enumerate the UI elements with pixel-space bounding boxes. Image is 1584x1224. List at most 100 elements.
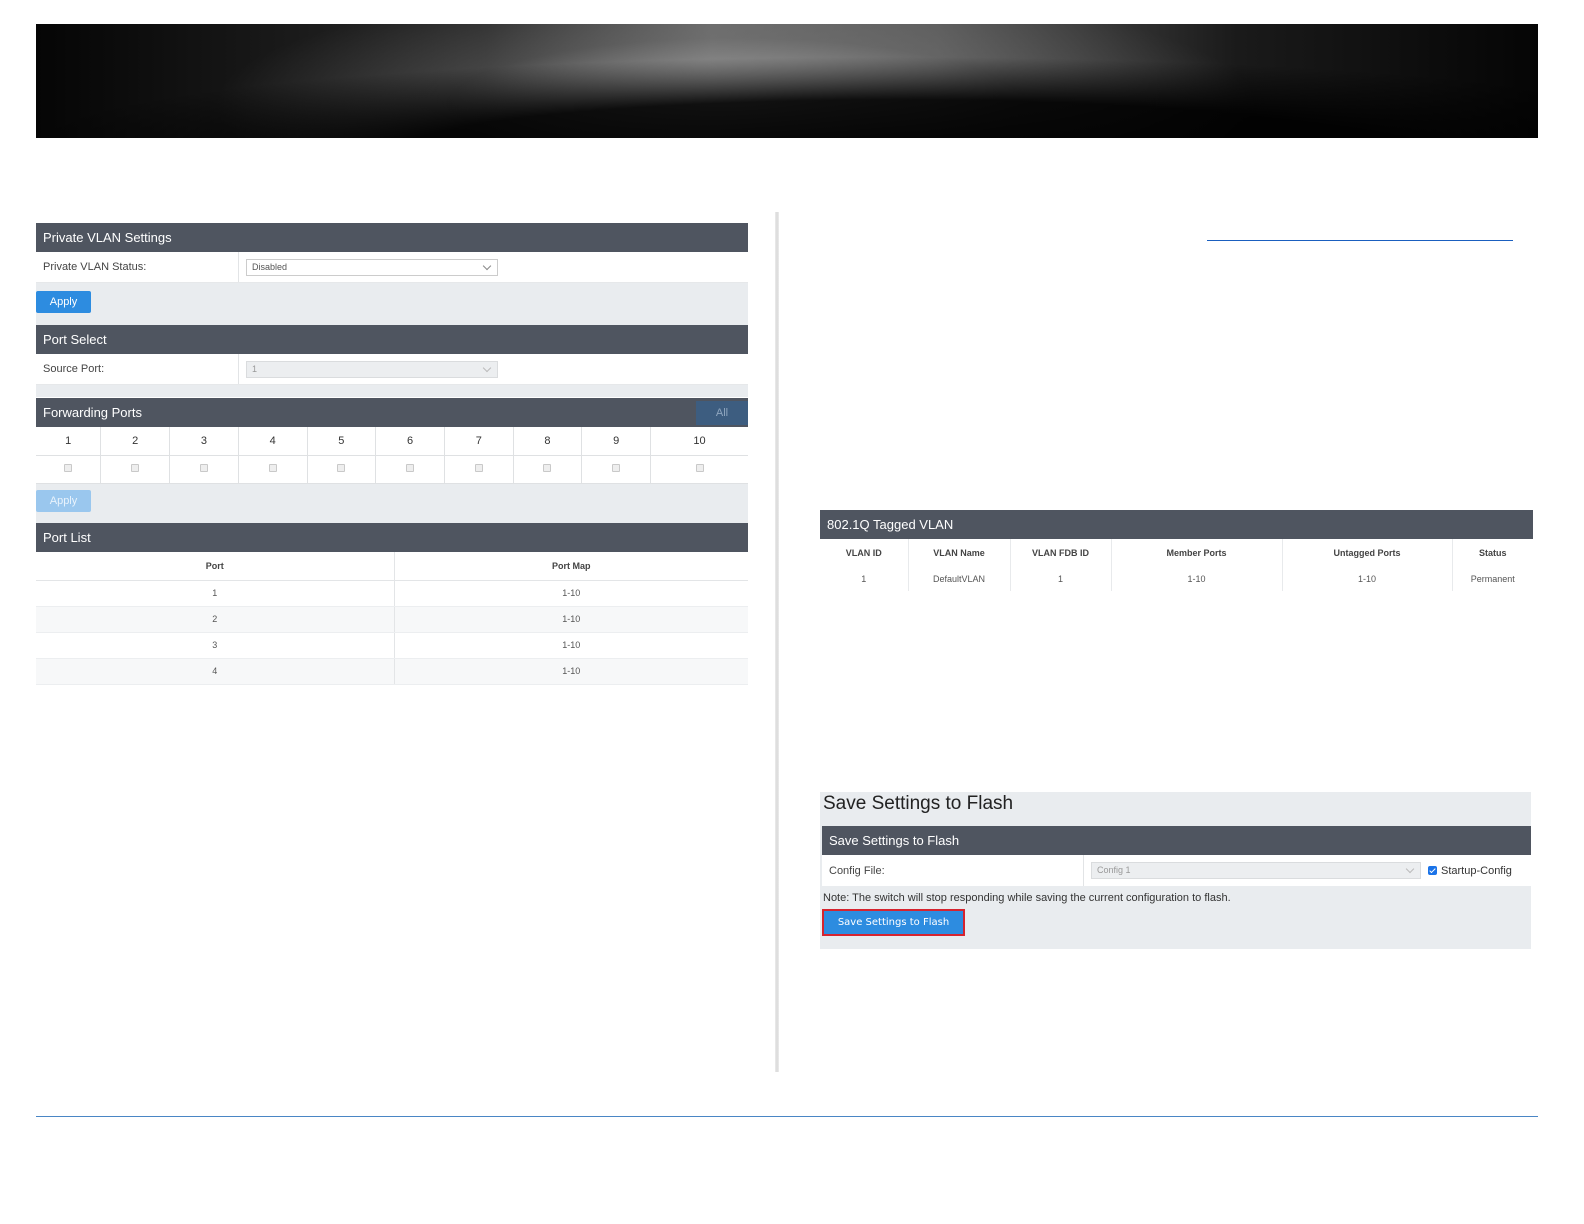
port-checkbox-cell <box>238 455 308 483</box>
port-checkbox-row <box>36 455 748 483</box>
chevron-down-icon <box>482 363 492 372</box>
startup-config-label: Startup-Config <box>1441 864 1512 877</box>
port-number: 8 <box>513 427 583 456</box>
table-row: 2 1-10 <box>36 606 748 633</box>
source-port-value: 1 <box>252 363 258 374</box>
status-cell: Permanent <box>1470 574 1515 584</box>
port-number: 4 <box>238 427 308 456</box>
port-select-panel: Port Select Source Port: 1 <box>36 325 748 397</box>
vlan-fdb-id-cell: 1 <box>1010 567 1112 591</box>
page-title: Save Settings to Flash <box>823 793 1014 814</box>
port-number: 1 <box>36 427 102 456</box>
column-header: Member Ports <box>1111 539 1283 567</box>
port-list-header: Port List <box>36 523 748 552</box>
private-vlan-header: Private VLAN Settings <box>36 223 748 252</box>
tagged-vlan-table: VLAN ID VLAN Name VLAN FDB ID Member Por… <box>820 539 1533 591</box>
forwarding-apply-area: Apply <box>36 483 748 523</box>
column-header: VLAN FDB ID <box>1010 539 1112 567</box>
source-port-row: Source Port: 1 <box>36 354 748 385</box>
vlan-id-cell: 1 <box>820 567 909 591</box>
column-header: Status <box>1478 548 1507 558</box>
column-header: Untagged Ports <box>1282 539 1453 567</box>
tagged-vlan-header: 802.1Q Tagged VLAN <box>820 510 1533 539</box>
forwarding-ports-panel: Forwarding Ports All 1 2 3 4 5 6 7 8 9 1… <box>36 398 748 523</box>
source-port-select[interactable]: 1 <box>246 360 498 378</box>
private-vlan-status-row: Private VLAN Status: Disabled <box>36 252 748 283</box>
source-port-label: Source Port: <box>36 354 239 384</box>
port-select-spacer <box>36 385 748 397</box>
table-row: 1 1-10 <box>36 580 748 607</box>
port-checkbox[interactable] <box>406 464 415 473</box>
private-vlan-status-label: Private VLAN Status: <box>36 252 239 282</box>
config-file-row: Config File: Config 1 Startup-Config <box>822 855 1531 886</box>
port-checkbox-cell <box>444 455 514 483</box>
table-row: 1 DefaultVLAN 1 1-10 1-10 Permanent <box>820 567 1533 591</box>
port-checkbox-cell <box>581 455 652 483</box>
port-select-header: Port Select <box>36 325 748 354</box>
private-vlan-panel: Private VLAN Settings Private VLAN Statu… <box>36 223 748 326</box>
port-checkbox[interactable] <box>131 464 140 473</box>
select-all-button[interactable]: All <box>696 401 748 425</box>
port-cell: 1 <box>36 580 395 607</box>
port-map-cell: 1-10 <box>394 580 748 607</box>
tagged-vlan-panel: 802.1Q Tagged VLAN VLAN ID VLAN Name VLA… <box>820 510 1533 591</box>
private-vlan-apply-button[interactable]: Apply <box>36 291 91 313</box>
port-number: 7 <box>444 427 514 456</box>
port-checkbox[interactable] <box>612 464 621 473</box>
save-settings-to-flash-button[interactable]: Save Settings to Flash <box>822 909 965 936</box>
startup-config-checkbox[interactable] <box>1428 866 1437 875</box>
port-map-cell: 1-10 <box>394 606 748 633</box>
port-checkbox-cell <box>100 455 171 483</box>
hyperlink-underline[interactable] <box>1207 240 1513 241</box>
column-divider <box>775 212 779 1072</box>
port-number: 6 <box>375 427 445 456</box>
save-note: Note: The switch will stop responding wh… <box>823 892 1231 904</box>
port-number: 10 <box>650 427 748 456</box>
config-file-select[interactable]: Config 1 <box>1091 862 1421 879</box>
tagged-vlan-header-row: VLAN ID VLAN Name VLAN FDB ID Member Por… <box>820 539 1533 567</box>
config-file-value: Config 1 <box>1097 865 1131 875</box>
chevron-down-icon <box>482 261 492 270</box>
private-vlan-status-value: Disabled <box>252 261 288 272</box>
port-checkbox-cell <box>169 455 239 483</box>
port-checkbox[interactable] <box>268 464 277 473</box>
port-checkbox[interactable] <box>474 464 483 473</box>
port-checkbox[interactable] <box>199 464 208 473</box>
port-checkbox-cell <box>651 455 748 483</box>
vlan-name-cell: DefaultVLAN <box>908 567 1011 591</box>
port-checkbox[interactable] <box>337 464 346 473</box>
column-header: VLAN ID <box>820 539 909 567</box>
forwarding-apply-button[interactable]: Apply <box>36 490 91 512</box>
chevron-down-icon <box>1405 864 1415 874</box>
column-header: Port <box>36 552 395 581</box>
port-number: 9 <box>581 427 652 456</box>
port-checkbox[interactable] <box>543 464 552 473</box>
forwarding-ports-table: 1 2 3 4 5 6 7 8 9 10 <box>36 427 748 483</box>
port-number: 3 <box>169 427 239 456</box>
untagged-ports-cell: 1-10 <box>1282 567 1453 591</box>
startup-config-option[interactable]: Startup-Config <box>1428 865 1512 877</box>
private-vlan-apply-area: Apply <box>36 283 748 326</box>
port-checkbox[interactable] <box>64 464 73 473</box>
save-flash-footer: Note: The switch will stop responding wh… <box>820 886 1531 944</box>
footer-divider <box>36 1116 1538 1117</box>
save-flash-header: Save Settings to Flash <box>822 826 1531 855</box>
config-file-label: Config File: <box>822 855 1084 886</box>
port-checkbox-cell <box>36 455 102 483</box>
port-checkbox[interactable] <box>695 464 704 473</box>
private-vlan-status-select[interactable]: Disabled <box>246 258 498 276</box>
column-header: VLAN Name <box>908 539 1011 567</box>
port-list-table: Port Port Map 1 1-10 2 1-10 3 1-10 4 1-1… <box>36 552 748 685</box>
port-map-cell: 1-10 <box>394 658 748 685</box>
port-number: 5 <box>307 427 377 456</box>
port-cell: 4 <box>36 658 395 685</box>
table-row: 4 1-10 <box>36 658 748 685</box>
table-row: 3 1-10 <box>36 632 748 659</box>
forwarding-ports-title: Forwarding Ports <box>43 405 142 420</box>
save-flash-panel: Save Settings to Flash Save Settings to … <box>820 792 1531 949</box>
port-checkbox-cell <box>513 455 583 483</box>
port-cell: 2 <box>36 606 395 633</box>
port-checkbox-cell <box>375 455 445 483</box>
header-banner <box>36 24 1538 138</box>
column-header: Port Map <box>394 552 748 581</box>
